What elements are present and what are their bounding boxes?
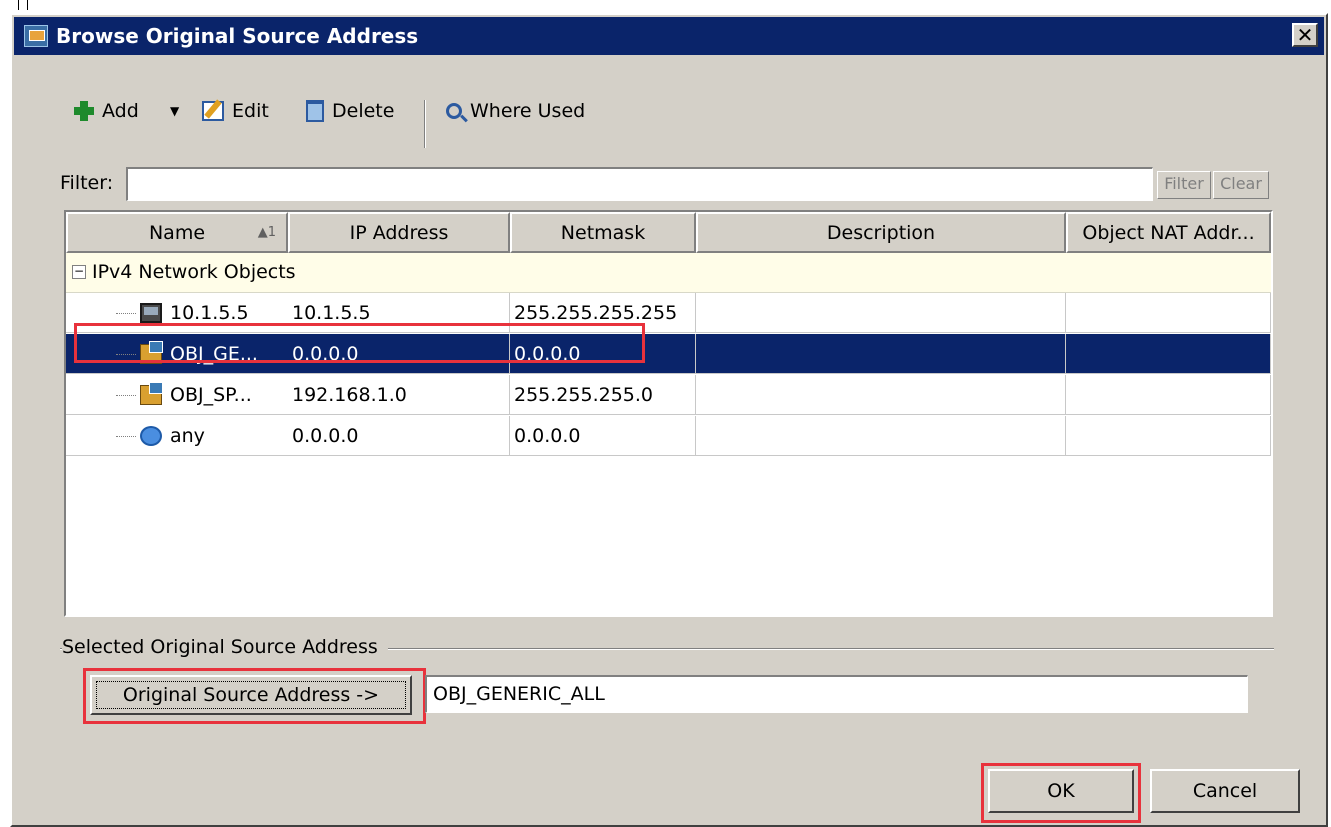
- selected-address-field[interactable]: OBJ_GENERIC_ALL: [425, 675, 1248, 713]
- group-row-ipv4[interactable]: − IPv4 Network Objects: [66, 253, 1271, 293]
- chevron-down-icon: ▼: [170, 104, 180, 118]
- filter-button[interactable]: Filter: [1157, 171, 1211, 199]
- annotation-highlight-row: [74, 323, 645, 363]
- edit-label: Edit: [232, 100, 269, 122]
- selected-address-legend: Selected Original Source Address: [62, 636, 388, 658]
- annotation-highlight-button: [83, 668, 426, 724]
- column-header-nat[interactable]: Object NAT Addr...: [1066, 212, 1271, 253]
- host-icon: [140, 303, 162, 323]
- table-header: Name ▲1 IP Address Netmask Description O…: [66, 212, 1271, 253]
- trash-icon: [306, 100, 324, 122]
- toolbar-separator: [424, 100, 426, 148]
- cancel-button[interactable]: Cancel: [1150, 769, 1300, 813]
- column-name-label: Name: [148, 222, 206, 244]
- row-description: [696, 334, 1066, 374]
- where-used-button[interactable]: Where Used: [446, 96, 585, 126]
- window-edge-stub: [18, 0, 28, 10]
- objects-table: Name ▲1 IP Address Netmask Description O…: [64, 210, 1273, 617]
- table-row[interactable]: any 0.0.0.0 0.0.0.0: [66, 416, 1271, 456]
- tree-connector: [116, 395, 136, 396]
- column-header-description[interactable]: Description: [696, 212, 1066, 253]
- any-cloud-icon: [140, 426, 162, 446]
- tree-connector: [116, 313, 136, 314]
- where-used-label: Where Used: [470, 100, 586, 122]
- edit-icon: [202, 101, 224, 121]
- edit-button[interactable]: Edit: [202, 96, 269, 126]
- delete-button[interactable]: Delete: [306, 96, 394, 126]
- column-header-ip[interactable]: IP Address: [288, 212, 510, 253]
- window-title: Browse Original Source Address: [56, 24, 419, 48]
- column-header-netmask[interactable]: Netmask: [510, 212, 696, 253]
- row-nat: [1066, 293, 1271, 333]
- row-ip: 0.0.0.0: [288, 416, 510, 456]
- sort-ascending-icon: ▲1: [257, 225, 276, 240]
- row-description: [696, 416, 1066, 456]
- row-name: OBJ_SP...: [170, 384, 252, 406]
- filter-input[interactable]: [126, 167, 1153, 201]
- row-name: any: [170, 425, 205, 447]
- table-row[interactable]: OBJ_SP... 192.168.1.0 255.255.255.0: [66, 375, 1271, 415]
- filter-label: Filter:: [60, 172, 114, 194]
- clear-button[interactable]: Clear: [1213, 171, 1269, 199]
- annotation-highlight-ok: [981, 763, 1141, 823]
- row-netmask: 255.255.255.0: [510, 375, 696, 415]
- network-icon: [140, 382, 163, 405]
- column-header-name[interactable]: Name ▲1: [66, 212, 288, 253]
- close-icon[interactable]: ✕: [1292, 23, 1318, 47]
- row-ip: 192.168.1.0: [288, 375, 510, 415]
- app-icon: [24, 25, 48, 47]
- add-dropdown-button[interactable]: ▼: [170, 96, 179, 126]
- row-description: [696, 293, 1066, 333]
- row-netmask: 0.0.0.0: [510, 416, 696, 456]
- add-label: Add: [102, 100, 139, 122]
- group-label: IPv4 Network Objects: [92, 261, 296, 283]
- row-nat: [1066, 375, 1271, 415]
- row-description: [696, 375, 1066, 415]
- title-bar[interactable]: Browse Original Source Address ✕: [14, 17, 1324, 55]
- add-button[interactable]: Add: [74, 96, 139, 126]
- magnifier-icon: [446, 103, 462, 119]
- plus-icon: [74, 101, 94, 121]
- collapse-icon[interactable]: −: [72, 265, 86, 279]
- row-nat: [1066, 334, 1271, 374]
- row-nat: [1066, 416, 1271, 456]
- delete-label: Delete: [332, 100, 395, 122]
- tree-connector: [116, 436, 136, 437]
